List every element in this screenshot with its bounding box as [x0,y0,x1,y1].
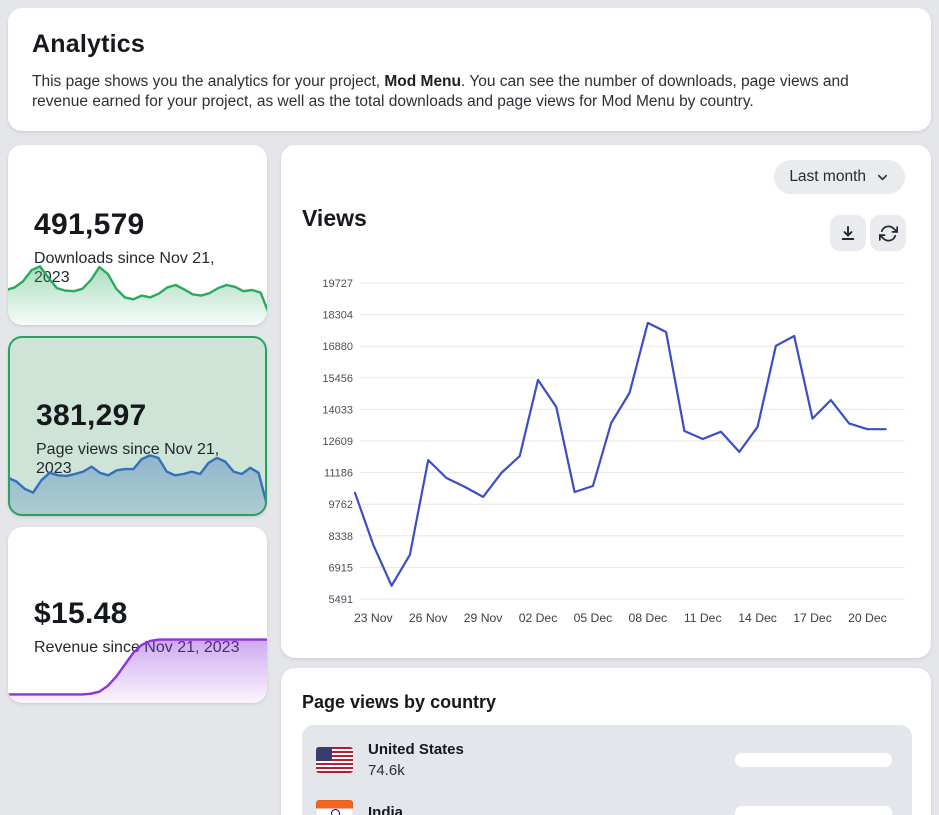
svg-text:11186: 11186 [324,468,353,480]
stat-card-downloads[interactable]: 491,579 Downloads since Nov 21, 2023 [8,145,267,325]
svg-text:05 Dec: 05 Dec [574,611,613,625]
download-chart-button[interactable] [830,215,866,251]
svg-text:02 Dec: 02 Dec [519,611,558,625]
views-chart-area: 19727 18304 16880 15456 14033 12609 11186 9762 8… [305,270,911,635]
svg-text:17 Dec: 17 Dec [793,611,832,625]
download-icon [839,224,857,242]
svg-text:11 Dec: 11 Dec [684,611,722,625]
views-panel: Last month Views 19727 18304 16880 15456 140… [281,145,931,658]
analytics-page: { "colors": { "page_background": "#e4e6e… [0,0,939,815]
description-text-1: This page shows you the analytics for yo… [32,73,384,90]
project-name: Mod Menu [384,73,461,90]
country-info: United States 74.6k [368,739,464,781]
svg-text:8338: 8338 [329,531,353,543]
downloads-count: 491,579 [34,208,241,242]
page-description: This page shows you the analytics for yo… [32,72,907,111]
country-row-india: India [302,786,912,815]
stat-card-page-views[interactable]: 381,297 Page views since Nov 21, 2023 [8,336,267,516]
country-row-united-states: United States 74.6k [302,733,912,786]
svg-text:20 Dec: 20 Dec [848,611,887,625]
page-views-count: 381,297 [36,399,239,433]
us-flag-icon [316,747,353,773]
page-title: Analytics [32,30,907,59]
refresh-chart-button[interactable] [870,215,906,251]
svg-text:14 Dec: 14 Dec [738,611,777,625]
svg-text:29 Nov: 29 Nov [464,611,504,625]
svg-text:19727: 19727 [322,278,353,290]
country-name: India [368,802,403,815]
svg-text:18304: 18304 [322,310,353,322]
page-views-sparkline-chart [10,442,265,514]
svg-text:26 Nov: 26 Nov [409,611,449,625]
svg-text:9762: 9762 [329,499,353,511]
revenue-sparkline-chart [8,627,267,703]
views-chart-title: Views [302,205,367,232]
svg-text:23 Nov: 23 Nov [354,611,394,625]
views-line-chart: 19727 18304 16880 15456 14033 12609 11186 9762 8… [305,270,911,635]
country-info: India [368,802,403,815]
header-card: Analytics This page shows you the analyt… [8,8,931,131]
country-progress-bar [735,753,892,767]
svg-text:15456: 15456 [322,373,353,385]
svg-text:5491: 5491 [329,594,353,606]
stat-card-revenue[interactable]: $15.48 Revenue since Nov 21, 2023 [8,527,267,703]
svg-text:08 Dec: 08 Dec [628,611,667,625]
chevron-down-icon [875,170,890,185]
country-list[interactable]: United States 74.6k India [302,725,912,815]
gridlines [360,283,905,599]
country-panel: Page views by country United States 74.6… [281,668,931,815]
country-progress-bar [735,806,892,815]
svg-text:12609: 12609 [322,436,353,448]
page-views-series-line [355,323,886,586]
svg-text:16880: 16880 [322,341,353,353]
refresh-icon [879,224,898,243]
svg-text:6915: 6915 [329,562,353,574]
country-panel-title: Page views by country [302,692,931,713]
date-range-selector[interactable]: Last month [774,160,905,194]
downloads-sparkline-chart [8,253,267,325]
india-flag-icon [316,800,353,815]
country-page-views: 74.6k [368,760,464,781]
date-range-label: Last month [789,168,866,186]
country-name: United States [368,739,464,760]
revenue-amount: $15.48 [34,597,241,631]
svg-text:14033: 14033 [322,404,353,416]
